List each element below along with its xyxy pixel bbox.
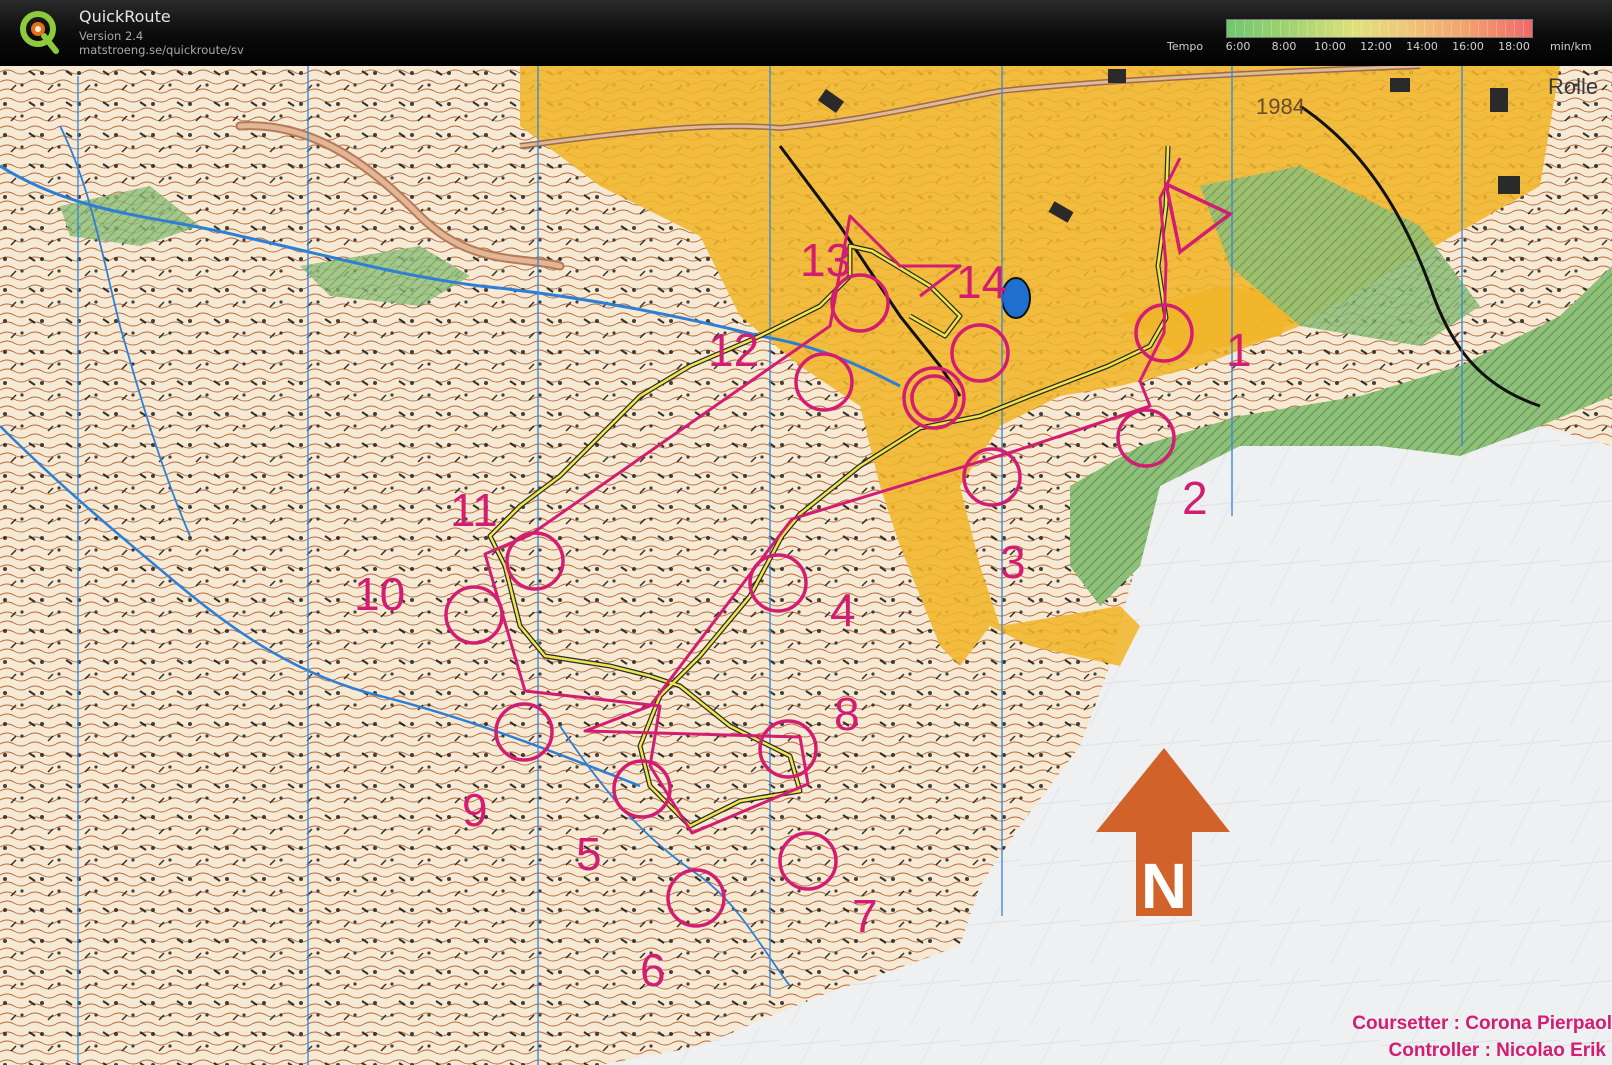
tempo-unit: min/km [1550,40,1592,53]
tempo-tick: 6:00 [1225,40,1251,53]
control-number: 13 [800,234,851,286]
app-header: QuickRoute Version 2.4 matstroeng.se/qui… [0,0,1612,66]
controller-credit: Controller : Nicolao Erik [1389,1040,1607,1061]
control-number: 10 [354,568,405,620]
control-number: 2 [1182,472,1208,524]
app-title: QuickRoute [79,7,171,26]
control-number: 12 [708,324,759,376]
control-number: 6 [640,944,666,996]
tempo-tick: 18:00 [1498,40,1530,53]
tempo-legend: Tempo 6:00 8:00 10:00 12:00 14:00 16:00 … [1160,16,1600,60]
tempo-label: Tempo [1167,40,1204,53]
control-number: 3 [1000,536,1026,588]
control-number: 14 [956,256,1007,308]
quickroute-logo [20,11,59,54]
app-version: Version 2.4 [79,29,144,43]
control-number: 1 [1226,324,1252,376]
app-url-link[interactable]: matstroeng.se/quickroute/sv [79,43,244,57]
map-canvas[interactable]: 1 2 3 4 5 6 7 8 9 10 11 12 13 14 1984 Ro… [0,66,1612,1065]
control-number: 8 [834,688,860,740]
tempo-tick: 12:00 [1360,40,1392,53]
tempo-tick: 8:00 [1271,40,1297,53]
control-number: 7 [852,890,878,942]
coursetter-credit: Coursetter : Corona Pierpaol [1352,1013,1612,1034]
north-label: N [1141,850,1187,922]
tempo-color-scale [1226,19,1533,38]
orienteering-map[interactable]: 1 2 3 4 5 6 7 8 9 10 11 12 13 14 1984 Ro… [0,66,1612,1065]
tempo-tick: 16:00 [1452,40,1484,53]
year-label: 1984 [1256,94,1305,119]
control-number: 9 [462,784,488,836]
place-label: Rolle [1548,74,1598,99]
control-number: 4 [830,584,856,636]
tempo-tick: 14:00 [1406,40,1438,53]
tempo-tick: 10:00 [1314,40,1346,53]
control-number: 5 [576,828,602,880]
control-number: 11 [450,484,498,536]
